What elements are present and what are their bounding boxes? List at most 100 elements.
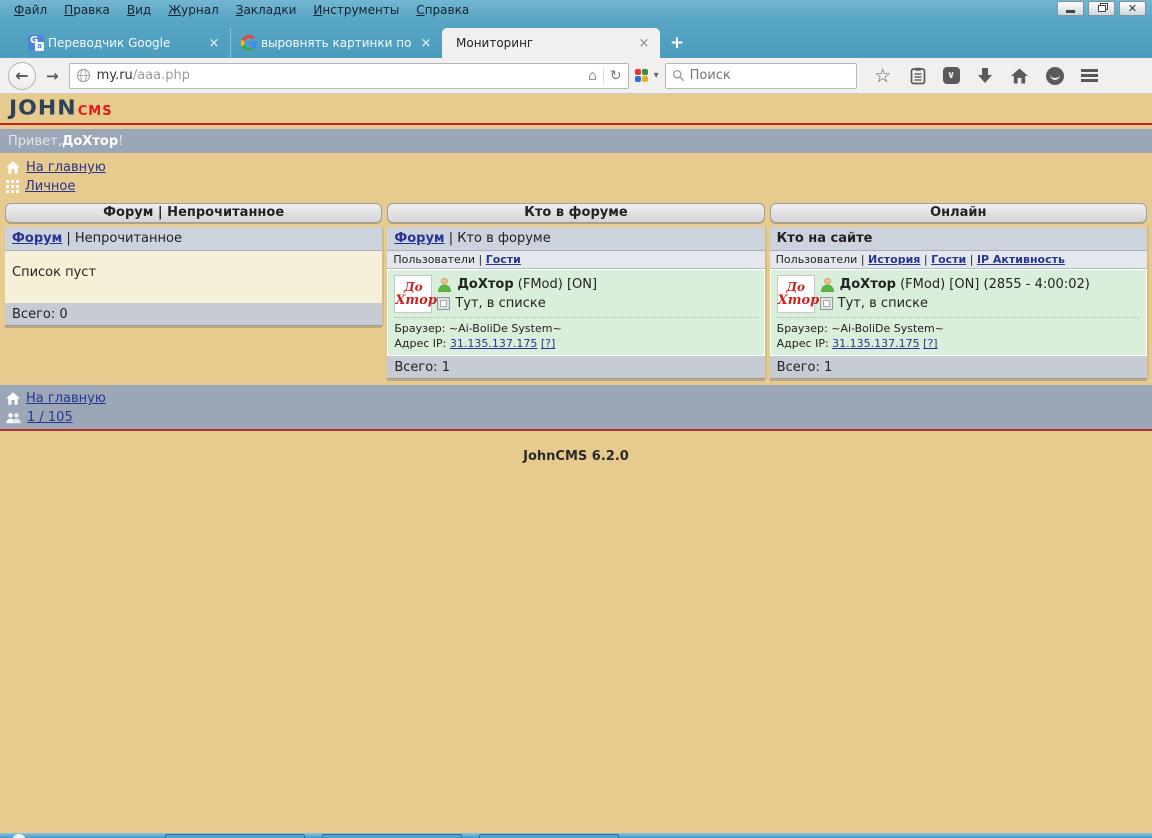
menu-help[interactable]: Справка bbox=[408, 1, 478, 19]
browser-line: Браузер: ~Ai-BoliDe System~ bbox=[394, 321, 757, 336]
browser-label: Браузер: bbox=[394, 322, 445, 335]
browser-label: Браузер: bbox=[777, 322, 828, 335]
link-personal[interactable]: Личное bbox=[25, 179, 75, 194]
chevron-down-icon[interactable]: ▾ bbox=[654, 70, 659, 81]
tab-google-translate[interactable]: Ga Переводчик Google × bbox=[18, 28, 230, 58]
restore-button[interactable] bbox=[1088, 1, 1115, 16]
downloads-icon[interactable] bbox=[975, 66, 995, 86]
tab-title: выровнять картинки по ле... bbox=[261, 36, 414, 50]
filter-link-guests[interactable]: Гости bbox=[486, 253, 521, 266]
greeting-bar: Привет, ДоХтор ! bbox=[0, 129, 1152, 153]
bookmark-page-icon[interactable]: ⌂ bbox=[588, 68, 597, 84]
checkbox-icon[interactable] bbox=[820, 297, 833, 310]
checkbox-icon[interactable] bbox=[437, 297, 450, 310]
tab-close-icon[interactable]: × bbox=[636, 36, 652, 51]
taskbar-button[interactable] bbox=[165, 834, 305, 838]
checkbox-inner bbox=[440, 300, 447, 307]
new-tab-button[interactable]: + bbox=[660, 30, 694, 56]
menu-bookmarks[interactable]: Закладки bbox=[228, 1, 306, 19]
search-input[interactable] bbox=[690, 68, 820, 83]
bookmark-star-icon[interactable]: ☆ bbox=[873, 66, 893, 86]
user-name-line: ДоХтор (FMod) [ON] bbox=[437, 275, 757, 294]
reload-icon[interactable]: ↻ bbox=[610, 68, 622, 84]
menu-file[interactable]: Файл bbox=[6, 1, 56, 19]
column-body: Кто на сайте Пользователи | История | Го… bbox=[770, 227, 1147, 379]
tab-close-icon[interactable]: × bbox=[418, 36, 434, 51]
user-row: До Хтор ДоХтор (FMod) [ON] bbox=[394, 275, 757, 313]
taskbar-button[interactable] bbox=[479, 834, 619, 838]
ip-help-link[interactable]: [?] bbox=[541, 337, 555, 350]
user-lines: ДоХтор (FMod) [ON] Тут, в списке bbox=[437, 275, 757, 313]
breadcrumb-rest: | Непрочитанное bbox=[62, 231, 182, 246]
menu-edit[interactable]: Правка bbox=[56, 1, 119, 19]
forward-button[interactable]: → bbox=[42, 67, 63, 85]
ip-label: Адрес IP: bbox=[777, 337, 829, 350]
total-count: Всего: 1 bbox=[770, 356, 1147, 379]
google-translate-icon: Ga bbox=[28, 35, 44, 51]
column-online: Онлайн Кто на сайте Пользователи | Истор… bbox=[770, 203, 1147, 379]
tab-title: Мониторинг bbox=[456, 36, 632, 50]
avatar[interactable]: До Хтор bbox=[394, 275, 432, 313]
breadcrumb: Форум | Непрочитанное bbox=[5, 227, 382, 251]
home-button-icon[interactable] bbox=[1010, 66, 1030, 86]
google-icon bbox=[241, 35, 257, 51]
hello-chat-icon[interactable] bbox=[1045, 66, 1065, 86]
tab-google-search[interactable]: выровнять картинки по ле... × bbox=[230, 28, 442, 58]
username[interactable]: ДоХтор bbox=[457, 277, 513, 292]
page-content: JOHN CMS Привет, ДоХтор ! На главную bbox=[0, 94, 1152, 833]
back-button[interactable]: ← bbox=[8, 62, 36, 90]
user-icon bbox=[437, 277, 452, 292]
start-orb-icon[interactable] bbox=[12, 834, 26, 838]
minimize-button[interactable] bbox=[1057, 1, 1084, 16]
extension-icon[interactable] bbox=[635, 69, 648, 82]
link-home[interactable]: На главную bbox=[26, 160, 106, 175]
menu-hamburger-icon[interactable] bbox=[1080, 66, 1100, 86]
greeting-username: ДоХтор bbox=[62, 134, 118, 149]
tab-monitoring-active[interactable]: Мониторинг × bbox=[442, 28, 660, 58]
minimize-icon bbox=[1066, 10, 1075, 13]
footer-link-home[interactable]: На главную bbox=[26, 391, 106, 406]
column-body: Форум | Непрочитанное Список пуст Всего:… bbox=[5, 227, 382, 326]
browser-value: ~Ai-BoliDe System~ bbox=[449, 322, 562, 335]
close-button[interactable]: ✕ bbox=[1119, 1, 1146, 16]
home-icon bbox=[6, 161, 20, 174]
tab-close-icon[interactable]: × bbox=[206, 36, 222, 51]
avatar[interactable]: До Хтор bbox=[777, 275, 815, 313]
address-bar[interactable]: my.ru/aaa.php ⌂ ↻ bbox=[69, 63, 629, 89]
ext-dot-blue bbox=[635, 76, 641, 82]
browser-value: ~Ai-BoliDe System~ bbox=[831, 322, 944, 335]
bookmarks-list-icon[interactable] bbox=[908, 66, 928, 86]
menu-history[interactable]: Журнал bbox=[160, 1, 228, 19]
url-text[interactable]: my.ru/aaa.php bbox=[97, 68, 582, 83]
tab-title: Переводчик Google bbox=[48, 36, 202, 50]
search-bar[interactable] bbox=[665, 63, 857, 89]
username[interactable]: ДоХтор bbox=[840, 277, 896, 292]
windows-taskbar[interactable] bbox=[0, 833, 1152, 838]
columns-container: Форум | Непрочитанное Форум | Непрочитан… bbox=[0, 200, 1152, 379]
menu-view[interactable]: Вид bbox=[119, 1, 160, 19]
greeting-suffix: ! bbox=[118, 134, 123, 149]
restore-icon bbox=[1098, 5, 1106, 12]
user-status: Тут, в списке bbox=[455, 296, 545, 311]
footer-counter-row: 1 / 105 bbox=[6, 408, 1152, 427]
grid-icon bbox=[6, 180, 19, 193]
filter-link-ip-activity[interactable]: IP Активность bbox=[977, 253, 1065, 266]
ip-link[interactable]: 31.135.137.175 bbox=[450, 337, 537, 350]
column-title: Кто в форуме bbox=[387, 203, 764, 223]
taskbar-button[interactable] bbox=[322, 834, 462, 838]
menu-bar: Файл Правка Вид Журнал Закладки Инструме… bbox=[0, 0, 1152, 20]
logo-john: JOHN bbox=[9, 97, 77, 120]
filter-link-history[interactable]: История bbox=[868, 253, 920, 266]
pocket-icon[interactable]: ∨ bbox=[943, 67, 960, 84]
cms-version: JohnCMS 6.2.0 bbox=[0, 449, 1152, 464]
link-forum[interactable]: Форум bbox=[12, 231, 62, 246]
footer-link-counter[interactable]: 1 / 105 bbox=[27, 410, 73, 425]
link-forum[interactable]: Форум bbox=[394, 231, 444, 246]
menu-tools[interactable]: Инструменты bbox=[305, 1, 408, 19]
filter-link-guests[interactable]: Гости bbox=[931, 253, 966, 266]
ip-help-link[interactable]: [?] bbox=[923, 337, 937, 350]
separator: | bbox=[475, 253, 486, 266]
ip-link[interactable]: 31.135.137.175 bbox=[832, 337, 919, 350]
window-controls: ✕ bbox=[1057, 1, 1146, 16]
footer-home-row: На главную bbox=[6, 389, 1152, 408]
